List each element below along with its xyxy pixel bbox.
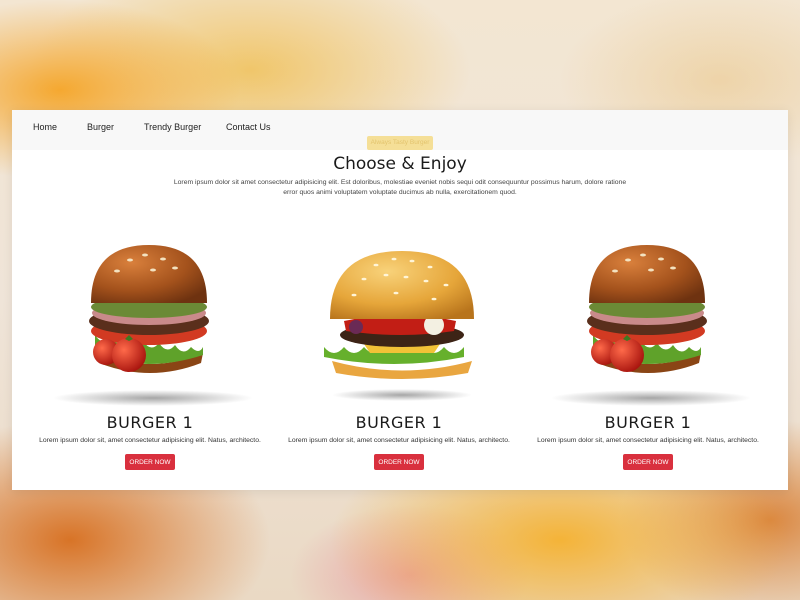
nav-item-burger[interactable]: Burger xyxy=(87,122,114,132)
product-name: BURGER 1 xyxy=(106,413,194,432)
nav-item-home[interactable]: Home xyxy=(33,122,57,132)
intro-text: Lorem ipsum dolor sit amet consectetur a… xyxy=(173,179,627,196)
order-now-button[interactable]: ORDER NOW xyxy=(125,454,175,470)
order-now-button[interactable]: ORDER NOW xyxy=(623,454,673,470)
product-card: BURGER 1 Lorem ipsum dolor sit, amet con… xyxy=(274,235,524,475)
product-card: BURGER 1 Lorem ipsum dolor sit, amet con… xyxy=(25,235,275,475)
product-description: Lorem ipsum dolor sit, amet consectetur … xyxy=(39,437,261,444)
burger-image xyxy=(324,251,474,401)
product-name: BURGER 1 xyxy=(604,413,692,432)
product-card: BURGER 1 Lorem ipsum dolor sit, amet con… xyxy=(523,235,773,475)
page-card: Home Burger Trendy Burger Contact Us Alw… xyxy=(12,110,788,490)
tagline-badge: Always Tasty Burger xyxy=(367,136,433,150)
burger-image xyxy=(551,245,751,406)
burger-image xyxy=(53,245,253,406)
order-now-button[interactable]: ORDER NOW xyxy=(374,454,424,470)
product-description: Lorem ipsum dolor sit, amet consectetur … xyxy=(537,437,759,444)
page-title: Choose & Enjoy xyxy=(333,154,467,174)
nav-item-contact-us[interactable]: Contact Us xyxy=(226,122,271,132)
nav-item-trendy-burger[interactable]: Trendy Burger xyxy=(144,122,201,132)
product-description: Lorem ipsum dolor sit, amet consectetur … xyxy=(288,437,510,444)
product-name: BURGER 1 xyxy=(355,413,443,432)
navbar: Home Burger Trendy Burger Contact Us Alw… xyxy=(12,110,788,150)
